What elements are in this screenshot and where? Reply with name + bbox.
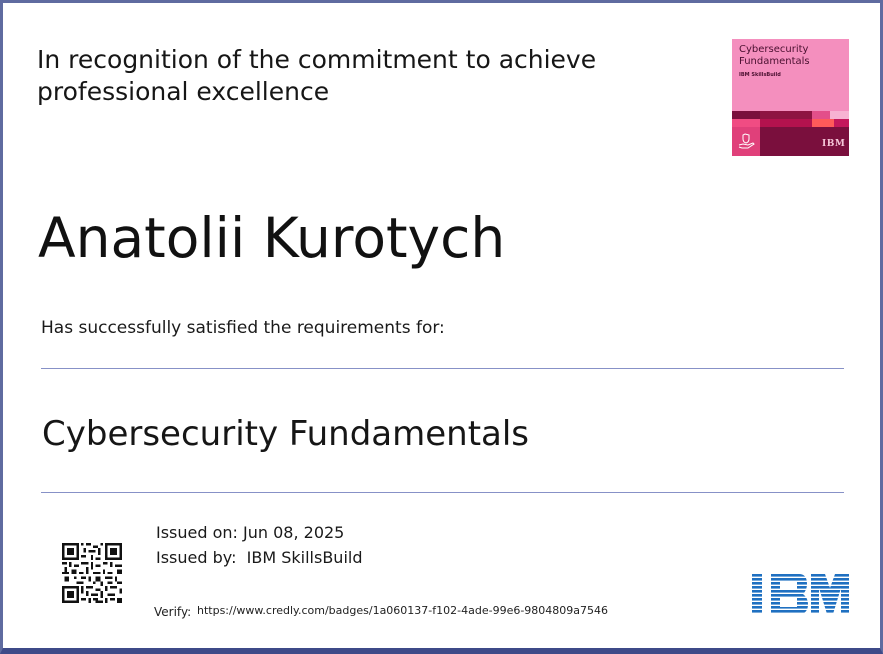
recipient-name: Anatolii Kurotych bbox=[38, 206, 506, 270]
badge-title: Cybersecurity Fundamentals bbox=[739, 44, 810, 68]
badge-title-line-2: Fundamentals bbox=[739, 56, 810, 67]
qr-code-icon[interactable] bbox=[62, 543, 122, 603]
course-title: Cybersecurity Fundamentals bbox=[42, 414, 530, 454]
recognition-text: In recognition of the commitment to achi… bbox=[37, 44, 637, 108]
hand-shield-icon bbox=[738, 133, 755, 149]
divider-top bbox=[41, 368, 844, 369]
recognition-line-2: professional excellence bbox=[37, 77, 330, 106]
badge-ibm-logo: IBM bbox=[822, 139, 846, 149]
issued-on: Issued on: Jun 08, 2025 bbox=[156, 523, 345, 542]
verify-label: Verify: bbox=[154, 605, 192, 619]
course-badge: Cybersecurity Fundamentals IBM SkillsBui… bbox=[732, 39, 849, 156]
issued-by: Issued by: IBM SkillsBuild bbox=[156, 547, 362, 569]
issued-by-label: Issued by: bbox=[156, 548, 237, 567]
ibm-logo bbox=[747, 574, 849, 614]
requirement-text: Has successfully satisfied the requireme… bbox=[41, 318, 445, 338]
badge-title-line-1: Cybersecurity bbox=[739, 44, 809, 55]
divider-bottom bbox=[41, 492, 844, 493]
badge-provider: IBM SkillsBuild bbox=[739, 72, 781, 78]
certificate-frame: In recognition of the commitment to achi… bbox=[0, 0, 883, 654]
recognition-line-1: In recognition of the commitment to achi… bbox=[37, 45, 597, 74]
verify-link[interactable]: https://www.credly.com/badges/1a060137-f… bbox=[197, 604, 608, 617]
issued-by-value: IBM SkillsBuild bbox=[246, 548, 363, 567]
